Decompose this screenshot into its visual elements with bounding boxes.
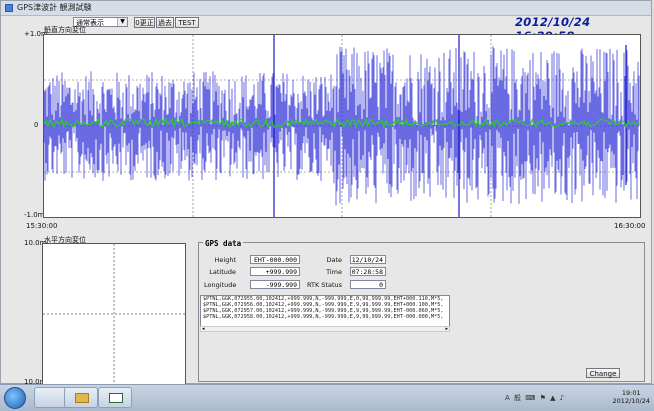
gps-data-title: GPS data — [203, 239, 244, 248]
latitude-field: +999.999 — [250, 267, 300, 276]
longitude-label: Longitude — [204, 281, 237, 289]
latitude-label: Latitude — [209, 268, 236, 276]
date-label: Date — [326, 256, 342, 264]
rtk-status-label: RTK Status — [306, 281, 342, 289]
app-icon — [5, 4, 13, 12]
past-button[interactable]: 過去 — [156, 17, 174, 28]
time-field: 07:28:58 — [350, 267, 386, 276]
vertical-x-start-label: 15:30:00 — [26, 222, 58, 230]
vertical-y-bottom-label: -1.0m — [24, 211, 45, 219]
rtk-status-field: 0 — [350, 280, 386, 289]
tray-clock[interactable]: 19:01 2012/10/24 — [613, 389, 650, 405]
title-bar: GPS津波計 観測試験 — [1, 1, 651, 16]
test-button[interactable]: TEST — [175, 17, 199, 28]
vertical-y-mid-label: 0 — [34, 121, 39, 129]
log-horizontal-scrollbar[interactable]: ◂ ▸ — [200, 326, 450, 332]
date-field: 12/10/24 — [350, 255, 386, 264]
scroll-right-icon[interactable]: ▸ — [445, 327, 448, 332]
vertical-x-end-label: 16:30:00 — [614, 222, 646, 230]
scroll-left-icon[interactable]: ◂ — [202, 327, 205, 332]
start-button[interactable] — [4, 387, 26, 409]
chevron-down-icon[interactable]: ▼ — [117, 18, 127, 26]
tray-time: 19:01 — [621, 389, 641, 397]
system-tray-icons[interactable]: A 般 ⌨ ⚑ ▲ ♪ — [505, 393, 565, 403]
height-label: Height — [214, 256, 237, 264]
taskbar-explorer-button[interactable] — [64, 387, 98, 408]
longitude-field: -999.999 — [250, 280, 300, 289]
change-button[interactable]: Change — [586, 368, 620, 378]
folder-icon — [75, 393, 89, 403]
vertical-plot-canvas — [44, 35, 640, 217]
log-line: $PTNL,GGK,072958.00,102412,+999.999,N,-9… — [203, 314, 444, 320]
tray-date: 2012/10/24 — [612, 397, 650, 405]
taskbar-app-button[interactable] — [98, 387, 132, 408]
vertical-displacement-plot — [43, 34, 641, 218]
zero-correct-button[interactable]: 0更正 — [134, 17, 155, 28]
taskbar: A 般 ⌨ ⚑ ▲ ♪ 19:01 2012/10/24 — [0, 384, 654, 411]
height-field: EHT-000.000 — [250, 255, 300, 264]
nmea-log[interactable]: $PTNL,GGK,072955.00,102412,+999.999,N,-9… — [200, 295, 450, 327]
horizontal-plot-canvas — [43, 244, 185, 384]
window-title: GPS津波計 観測試験 — [17, 3, 92, 12]
taskbar-ie-button[interactable] — [34, 387, 68, 408]
app-window-icon — [109, 393, 123, 403]
time-label: Time — [326, 268, 342, 276]
horizontal-displacement-plot — [42, 243, 186, 385]
